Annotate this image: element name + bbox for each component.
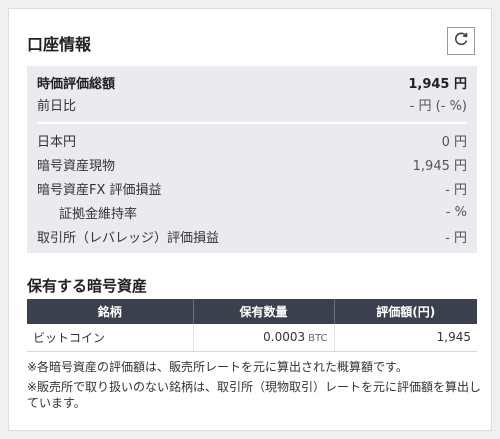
- jpy-row: 日本円 0 円: [37, 130, 467, 150]
- table-header-row: 銘柄 保有数量 評価額(円): [27, 299, 477, 324]
- divider: [37, 122, 467, 124]
- table-row: ビットコイン 0.0003 BTC 1,945: [27, 324, 477, 352]
- asset-unit: BTC: [308, 333, 328, 345]
- asset-name: ビットコイン: [27, 324, 194, 352]
- balance-summary: 時価評価総額 1,945 円 前日比 - 円 (- %) 日本円 0 円 暗号資…: [27, 66, 477, 253]
- leverage-pl-row: 取引所（レバレッジ）評価損益 - 円: [37, 226, 467, 246]
- asset-quantity: 0.0003: [263, 330, 306, 345]
- margin-ratio-value: - %: [445, 204, 467, 220]
- jpy-value: 0 円: [441, 134, 467, 150]
- leverage-pl-value: - 円: [445, 230, 467, 246]
- refresh-icon: [453, 31, 469, 51]
- refresh-button[interactable]: [447, 27, 475, 55]
- crypto-fx-label: 暗号資産FX 評価損益: [37, 182, 162, 198]
- jpy-label: 日本円: [37, 134, 77, 150]
- crypto-fx-value: - 円: [445, 182, 467, 198]
- margin-ratio-row: 証拠金維持率 - %: [37, 202, 467, 222]
- column-header-value: 評価額(円): [334, 299, 477, 324]
- holdings-table: 銘柄 保有数量 評価額(円) ビットコイン 0.0003 BTC 1,945: [27, 299, 477, 352]
- column-header-symbol: 銘柄: [27, 299, 194, 324]
- day-change-row: 前日比 - 円 (- %): [37, 94, 467, 114]
- total-valuation-row: 時価評価総額 1,945 円: [37, 72, 467, 92]
- asset-value: 1,945: [334, 324, 477, 352]
- leverage-pl-label: 取引所（レバレッジ）評価損益: [37, 230, 220, 246]
- crypto-fx-row: 暗号資産FX 評価損益 - 円: [37, 178, 467, 198]
- crypto-spot-row: 暗号資産現物 1,945 円: [37, 154, 467, 174]
- crypto-spot-value: 1,945 円: [412, 158, 467, 174]
- note-exchange-rate: ※販売所で取り扱いのない銘柄は、取引所（現物取引）レートを元に評価額を算出してい…: [27, 380, 482, 410]
- card-title: 口座情報: [27, 35, 92, 54]
- margin-ratio-label: 証拠金維持率: [59, 206, 138, 222]
- total-valuation-value: 1,945 円: [408, 76, 467, 92]
- account-info-card: 口座情報 時価評価総額 1,945 円 前日比 - 円 (- %) 日本円 0 …: [8, 8, 492, 431]
- total-valuation-label: 時価評価総額: [37, 76, 116, 92]
- column-header-quantity: 保有数量: [193, 299, 335, 324]
- day-change-label: 前日比: [37, 98, 77, 114]
- holdings-title: 保有する暗号資産: [27, 277, 148, 295]
- asset-quantity-cell: 0.0003 BTC: [193, 324, 335, 352]
- crypto-spot-label: 暗号資産現物: [37, 158, 116, 174]
- day-change-value: - 円 (- %): [409, 98, 467, 114]
- note-valuation: ※各暗号資産の評価額は、販売所レートを元に算出された概算額です。: [27, 360, 408, 374]
